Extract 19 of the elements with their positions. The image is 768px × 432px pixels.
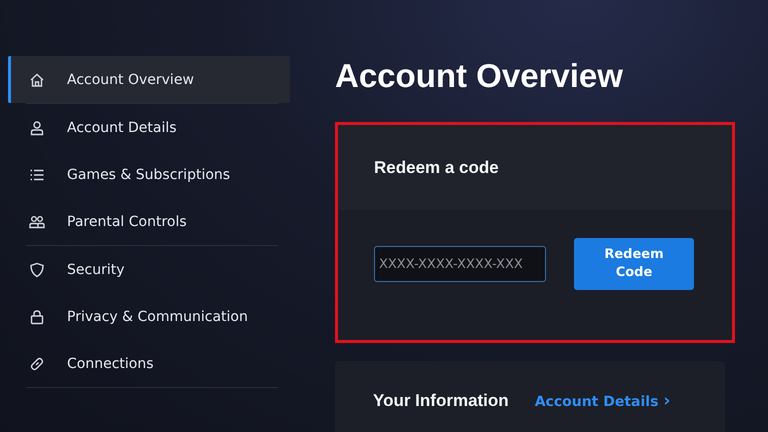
redeem-code-button[interactable]: Redeem Code [574,238,694,290]
sidebar-item[interactable]: Account Details [8,104,290,151]
people-icon [29,214,45,230]
sidebar-item[interactable]: Parental Controls [8,198,290,245]
sidebar-item[interactable]: Privacy & Communication [8,293,290,340]
card-title: Your Information [373,391,509,411]
account-details-link[interactable]: Account Details › [534,391,670,411]
sidebar-item[interactable]: Games & Subscriptions [8,151,290,198]
card-title: Redeem a code [374,158,499,178]
home-icon [29,72,45,88]
page-title: Account Overview [335,56,624,96]
sidebar-item[interactable]: Security [8,246,290,293]
link-icon [29,356,45,372]
person-icon [29,120,45,136]
shield-icon [29,262,45,278]
sidebar-item[interactable]: Connections [8,340,290,387]
lock-icon [29,308,45,324]
sidebar-item[interactable]: Account Overview [8,56,290,103]
code-field[interactable]: XXXX-XXXX-XXXX-XXX [374,246,546,282]
